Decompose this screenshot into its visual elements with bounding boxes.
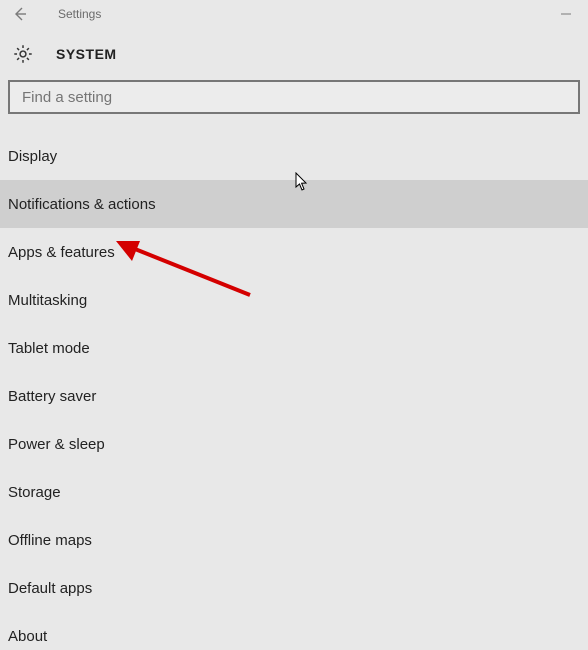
minimize-icon: [560, 8, 572, 20]
settings-item-tablet-mode[interactable]: Tablet mode: [0, 324, 588, 372]
settings-item-label: About: [8, 628, 47, 645]
settings-item-battery-saver[interactable]: Battery saver: [0, 372, 588, 420]
settings-item-offline-maps[interactable]: Offline maps: [0, 516, 588, 564]
settings-item-label: Power & sleep: [8, 436, 105, 453]
settings-item-label: Storage: [8, 484, 61, 501]
settings-item-label: Apps & features: [8, 244, 115, 261]
settings-item-multitasking[interactable]: Multitasking: [0, 276, 588, 324]
settings-item-storage[interactable]: Storage: [0, 468, 588, 516]
search-input[interactable]: [8, 80, 580, 114]
back-arrow-icon: [12, 6, 28, 22]
settings-list: Display Notifications & actions Apps & fea…: [0, 132, 588, 650]
settings-item-label: Default apps: [8, 580, 92, 597]
titlebar: Settings: [0, 0, 588, 28]
settings-item-about[interactable]: About: [0, 612, 588, 650]
window-title: Settings: [58, 7, 101, 21]
settings-item-power-sleep[interactable]: Power & sleep: [0, 420, 588, 468]
settings-item-label: Tablet mode: [8, 340, 90, 357]
page-title: SYSTEM: [56, 46, 117, 62]
back-button[interactable]: [8, 2, 32, 26]
settings-item-label: Multitasking: [8, 292, 87, 309]
search-container: [8, 80, 580, 114]
settings-item-default-apps[interactable]: Default apps: [0, 564, 588, 612]
settings-item-display[interactable]: Display: [0, 132, 588, 180]
settings-item-notifications-actions[interactable]: Notifications & actions: [0, 180, 588, 228]
gear-icon: [10, 41, 36, 67]
settings-item-label: Battery saver: [8, 388, 96, 405]
settings-item-label: Offline maps: [8, 532, 92, 549]
settings-item-apps-features[interactable]: Apps & features: [0, 228, 588, 276]
settings-item-label: Notifications & actions: [8, 196, 156, 213]
minimize-button[interactable]: [544, 0, 588, 28]
page-header: SYSTEM: [0, 34, 588, 74]
settings-item-label: Display: [8, 148, 57, 165]
